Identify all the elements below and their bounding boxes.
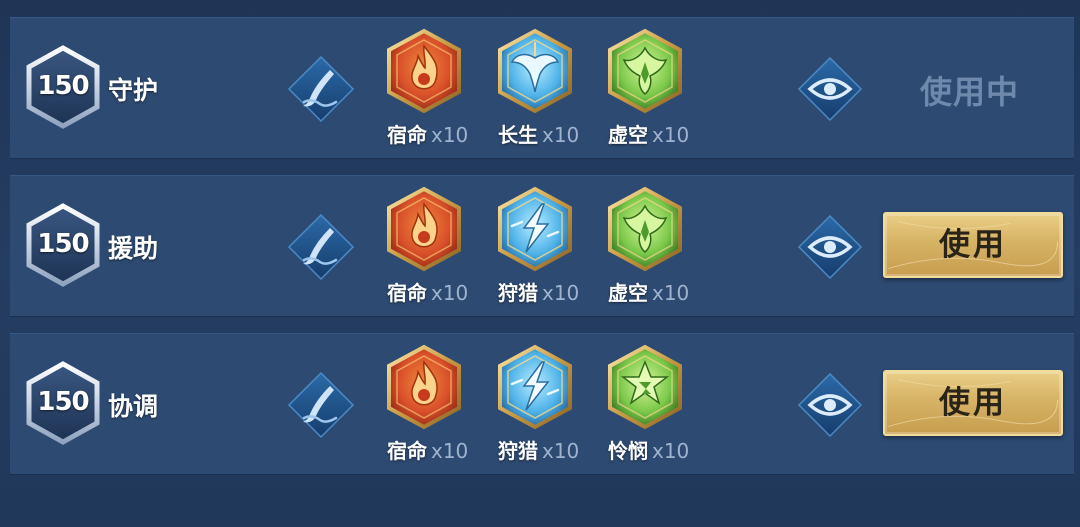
lightning-emblem-icon <box>496 344 574 430</box>
inscription-page-row: 150 援助 宿命 x10 狩猎 x10 虚空 x10 使用 <box>10 175 1074 317</box>
flame-emblem-icon <box>385 28 463 114</box>
emblem-count: x10 <box>431 281 469 305</box>
level-number: 150 <box>37 387 89 417</box>
emblem-count: x10 <box>542 439 580 463</box>
emblem-count: x10 <box>652 439 690 463</box>
preview-eye-button[interactable] <box>796 213 864 281</box>
preview-eye-button[interactable] <box>796 55 864 123</box>
use-button-label: 使用 <box>939 385 1007 421</box>
inscription-page-list: 150 守护 宿命 x10 长生 x10 虚空 x10 使用中 150 援助 宿… <box>0 0 1080 527</box>
emblem-label: 怜悯 x10 <box>608 435 689 464</box>
in-use-status: 使用中 <box>920 73 1020 111</box>
emblem-count: x10 <box>652 281 690 305</box>
emblem-count: x10 <box>431 439 469 463</box>
level-badge: 150 <box>26 361 100 445</box>
emblem-label: 狩猎 x10 <box>498 277 579 306</box>
emblem-count: x10 <box>542 123 580 147</box>
brush-icon <box>286 370 356 440</box>
emblem-label: 宿命 x10 <box>387 435 468 464</box>
inscription-page-row: 150 协调 宿命 x10 狩猎 x10 怜悯 x10 使用 <box>10 333 1074 475</box>
eye-icon <box>797 56 863 122</box>
preview-eye-button[interactable] <box>796 371 864 439</box>
emblem-label: 长生 x10 <box>498 119 579 148</box>
lightning-emblem-icon <box>496 186 574 272</box>
star-emblem-icon <box>606 344 684 430</box>
page-name: 援助 <box>108 234 159 263</box>
emblem-count: x10 <box>652 123 690 147</box>
inscription-page-row: 150 守护 宿命 x10 长生 x10 虚空 x10 使用中 <box>10 17 1074 159</box>
emblem-label: 虚空 x10 <box>608 119 689 148</box>
void-emblem-icon <box>606 28 684 114</box>
emblem-name: 宿命 <box>387 281 427 305</box>
page-name: 守护 <box>108 76 159 105</box>
level-badge: 150 <box>26 203 100 287</box>
use-button[interactable]: 使用 <box>883 370 1063 436</box>
emblem-name: 虚空 <box>608 281 648 305</box>
emblem-count: x10 <box>542 281 580 305</box>
page-name: 协调 <box>108 392 159 421</box>
eye-icon <box>797 214 863 280</box>
level-number: 150 <box>37 229 89 259</box>
brush-icon <box>286 212 356 282</box>
emblem-name: 狩猎 <box>498 439 538 463</box>
use-button[interactable]: 使用 <box>883 212 1063 278</box>
emblem-name: 虚空 <box>608 123 648 147</box>
emblem-name: 狩猎 <box>498 281 538 305</box>
flame-emblem-icon <box>385 186 463 272</box>
emblem-label: 虚空 x10 <box>608 277 689 306</box>
emblem-count: x10 <box>431 123 469 147</box>
emblem-name: 怜悯 <box>608 439 648 463</box>
use-button-label: 使用 <box>939 227 1007 263</box>
emblem-name: 宿命 <box>387 439 427 463</box>
void-emblem-icon <box>606 186 684 272</box>
emblem-label: 狩猎 x10 <box>498 435 579 464</box>
level-badge: 150 <box>26 45 100 129</box>
emblem-name: 宿命 <box>387 123 427 147</box>
emblem-name: 长生 <box>498 123 538 147</box>
emblem-label: 宿命 x10 <box>387 119 468 148</box>
eye-icon <box>797 372 863 438</box>
wing-emblem-icon <box>496 28 574 114</box>
emblem-label: 宿命 x10 <box>387 277 468 306</box>
flame-emblem-icon <box>385 344 463 430</box>
brush-icon <box>286 54 356 124</box>
level-number: 150 <box>37 71 89 101</box>
